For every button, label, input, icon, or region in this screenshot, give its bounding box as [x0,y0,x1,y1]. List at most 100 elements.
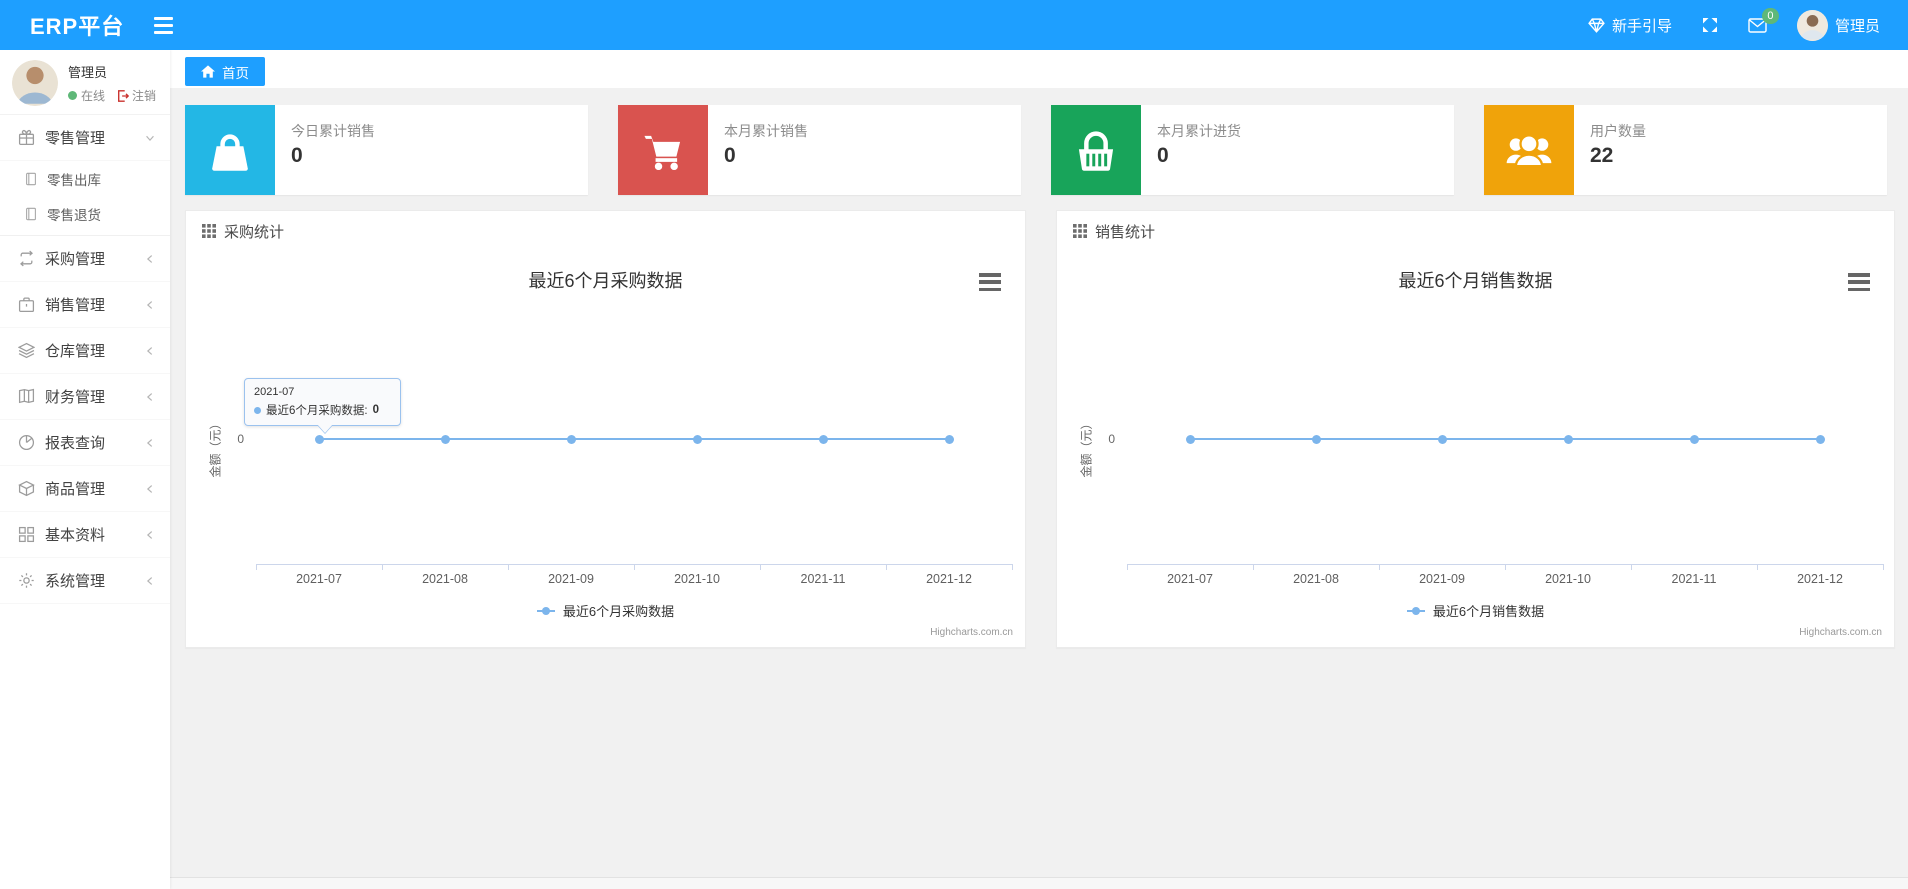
doc-icon [26,207,36,220]
chart-export-menu-icon[interactable] [1848,273,1870,291]
stat-card-month-sales: 本月累计销售 0 [618,105,1021,195]
data-point[interactable] [945,435,954,444]
legend-item[interactable]: 最近6个月销售数据 [1057,601,1894,620]
x-axis-label: 2021-10 [674,572,720,586]
layers-icon [18,342,35,359]
messages-button[interactable]: 0 [1748,7,1779,33]
data-point[interactable] [1816,435,1825,444]
highcharts-credits[interactable]: Highcharts.com.cn [930,627,1013,638]
cube-icon [18,480,35,497]
stat-card-month-purchase: 本月累计进货 0 [1051,105,1454,195]
x-axis-label: 2021-08 [1293,572,1339,586]
pie-chart-icon [18,434,35,451]
sidebar-toggle-icon[interactable] [154,16,174,34]
doc-icon [26,172,36,185]
online-dot-icon [68,91,77,100]
sidebar-username: 管理员 [68,65,108,80]
sidebar-item-basic-data[interactable]: 基本资料 [0,512,170,558]
gear-icon [19,573,34,588]
sidebar-item-warehouse[interactable]: 仓库管理 [0,328,170,374]
x-axis-label: 2021-08 [422,572,468,586]
y-axis-label: 金额（元） [1079,417,1094,478]
sidebar-item-purchase[interactable]: 采购管理 [0,236,170,282]
data-point[interactable] [819,435,828,444]
data-point[interactable] [693,435,702,444]
th-grid-icon [1073,224,1087,238]
x-axis-label: 2021-12 [926,572,972,586]
guide-button[interactable]: 新手引导 [1588,15,1672,36]
repeat-icon [20,250,33,267]
chevron-down-icon [144,132,156,144]
data-point[interactable] [1690,435,1699,444]
data-point[interactable] [315,435,324,444]
briefcase-icon [18,297,35,313]
series-line [1190,438,1820,440]
users-icon [1484,105,1574,195]
x-axis-label: 2021-12 [1797,572,1843,586]
legend-item[interactable]: 最近6个月采购数据 [186,601,1025,620]
fullscreen-button[interactable] [1702,17,1718,33]
th-grid-icon [202,224,216,238]
logout-link[interactable]: 注销 [117,87,156,104]
legend-marker-icon [536,606,555,615]
data-point[interactable] [567,435,576,444]
stat-label: 本月累计销售 [724,123,808,139]
data-point[interactable] [441,435,450,444]
chevron-left-icon [144,299,156,311]
sidebar-item-goods[interactable]: 商品管理 [0,466,170,512]
highcharts-credits[interactable]: Highcharts.com.cn [1799,627,1882,638]
app-brand: ERP平台 [30,14,125,39]
top-navbar: ERP平台 新手引导 0 管理员 [0,0,1908,50]
chart-export-menu-icon[interactable] [979,273,1001,291]
sidebar-item-reports[interactable]: 报表查询 [0,420,170,466]
series-line [319,438,949,440]
data-point[interactable] [1438,435,1447,444]
sidebar-item-retail-return[interactable]: 零售退货 [0,196,170,231]
message-count-badge: 0 [1761,7,1779,24]
stat-value: 0 [1157,144,1169,167]
online-label: 在线 [81,89,106,103]
stat-label: 用户数量 [1590,123,1646,139]
legend-marker-icon [1406,606,1425,615]
data-point[interactable] [1186,435,1195,444]
gift-icon [18,130,35,146]
x-axis-label: 2021-11 [1671,572,1717,586]
x-axis-label: 2021-07 [296,572,342,586]
sign-out-icon [118,89,130,102]
chevron-left-icon [144,345,156,357]
y-axis-label: 金额（元） [208,417,223,478]
x-axis-label: 2021-11 [800,572,846,586]
grid-icon [18,526,35,543]
chevron-left-icon [144,437,156,449]
stat-label: 本月累计进货 [1157,123,1241,139]
stat-cards-row: 今日累计销售 0 本月累计销售 0 本月累计进货 0 用户数量 22 [185,105,1895,195]
shopping-cart-icon [618,105,708,195]
x-axis-label: 2021-10 [1545,572,1591,586]
data-point[interactable] [1312,435,1321,444]
x-axis-label: 2021-09 [548,572,594,586]
main-content: 首页 今日累计销售 0 本月累计销售 0 本月累计进货 0 用户数量 22 采购… [170,50,1908,889]
data-point[interactable] [1564,435,1573,444]
stat-value: 0 [724,144,736,167]
guide-label: 新手引导 [1611,17,1672,35]
username-label: 管理员 [1834,17,1880,35]
user-avatar [1796,9,1828,41]
series-dot-icon [254,406,261,414]
purchase-stats-panel: 采购统计 最近6个月采购数据 金额（元） 0 2021-07 最近6个月采购数据… [185,210,1026,648]
stat-value: 22 [1590,144,1614,167]
x-axis-label: 2021-07 [1167,572,1213,586]
footer-divider [170,877,1908,889]
sidebar-item-retail[interactable]: 零售管理 [0,115,170,161]
chart-title: 最近6个月采购数据 [528,271,683,291]
user-menu[interactable]: 管理员 [1796,9,1880,41]
sidebar-item-finance[interactable]: 财务管理 [0,374,170,420]
sidebar-item-retail-outbound[interactable]: 零售出库 [0,161,170,196]
y-axis-tick: 0 [1108,432,1115,446]
tab-home[interactable]: 首页 [185,57,265,86]
gem-icon [1588,17,1605,33]
sidebar-item-sales[interactable]: 销售管理 [0,282,170,328]
book-icon [18,388,35,404]
sales-stats-panel: 销售统计 最近6个月销售数据 金额（元） 0 2021-07 2021-08 2… [1056,210,1895,648]
stat-value: 0 [291,144,303,167]
sidebar-item-system[interactable]: 系统管理 [0,558,170,604]
